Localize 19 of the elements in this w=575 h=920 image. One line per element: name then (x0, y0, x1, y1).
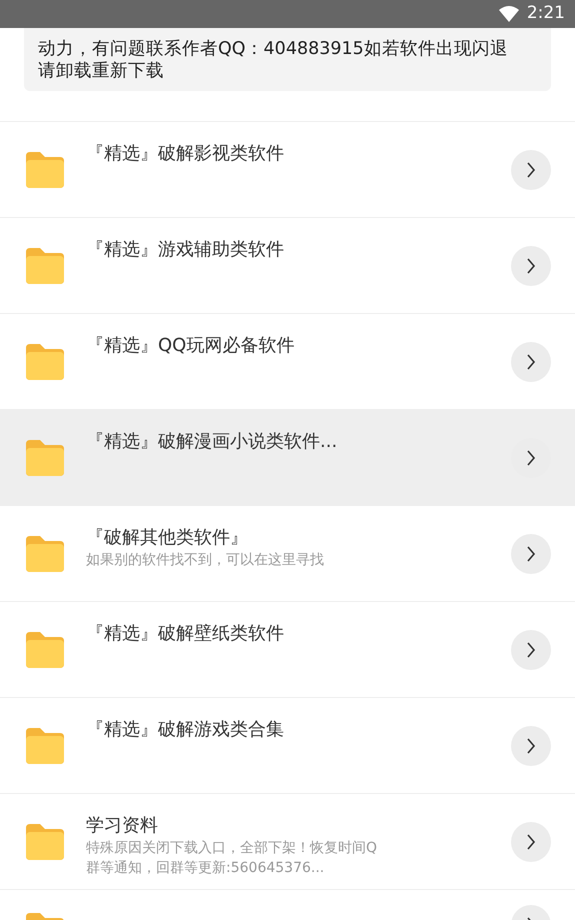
row-title: 『精选』破解游戏类合集 (86, 718, 285, 742)
row-title: 『精选』破解漫画小说类软件... (86, 430, 338, 454)
status-time: 2:21 (526, 2, 565, 26)
list-row[interactable]: 『精选』破解漫画小说类软件... (0, 409, 575, 505)
notice-text: 动力，有问题联系作者QQ：404883915如若软件出现闪退 请卸载重新下载 (24, 28, 551, 91)
row-title: 『精选』破解影视类软件 (86, 142, 285, 166)
list-row[interactable]: 『破解其他类软件』 如果别的软件找不到，可以在这里寻找 (0, 505, 575, 601)
list-row[interactable]: 『精选』游戏辅助类软件 (0, 217, 575, 313)
row-title: 『精选』破解壁纸类软件 (86, 622, 285, 646)
row-description: 如果别的软件找不到，可以在这里寻找 (86, 551, 325, 570)
row-description: 特殊原因关闭下载入口，全部下架！恢复时间Q 群等通知，回群等更新:560645376... (86, 839, 378, 878)
list-row[interactable]: 学习资料 特殊原因关闭下载入口，全部下架！恢复时间Q 群等通知，回群等更新:560645376... (0, 793, 575, 889)
row-title: 『精选』QQ玩网必备软件 (86, 334, 296, 358)
row-title: 学习资料 (86, 814, 159, 838)
list-row[interactable]: 『精选』破解影视类软件 (0, 121, 575, 217)
row-title: 『破解其他类软件』 (86, 526, 249, 550)
list-row[interactable]: 『精选』破解壁纸类软件 (0, 601, 575, 697)
list-row[interactable]: 『精选』破解游戏类合集 (0, 697, 575, 793)
row-title: 『精选』游戏辅助类软件 (86, 238, 285, 262)
